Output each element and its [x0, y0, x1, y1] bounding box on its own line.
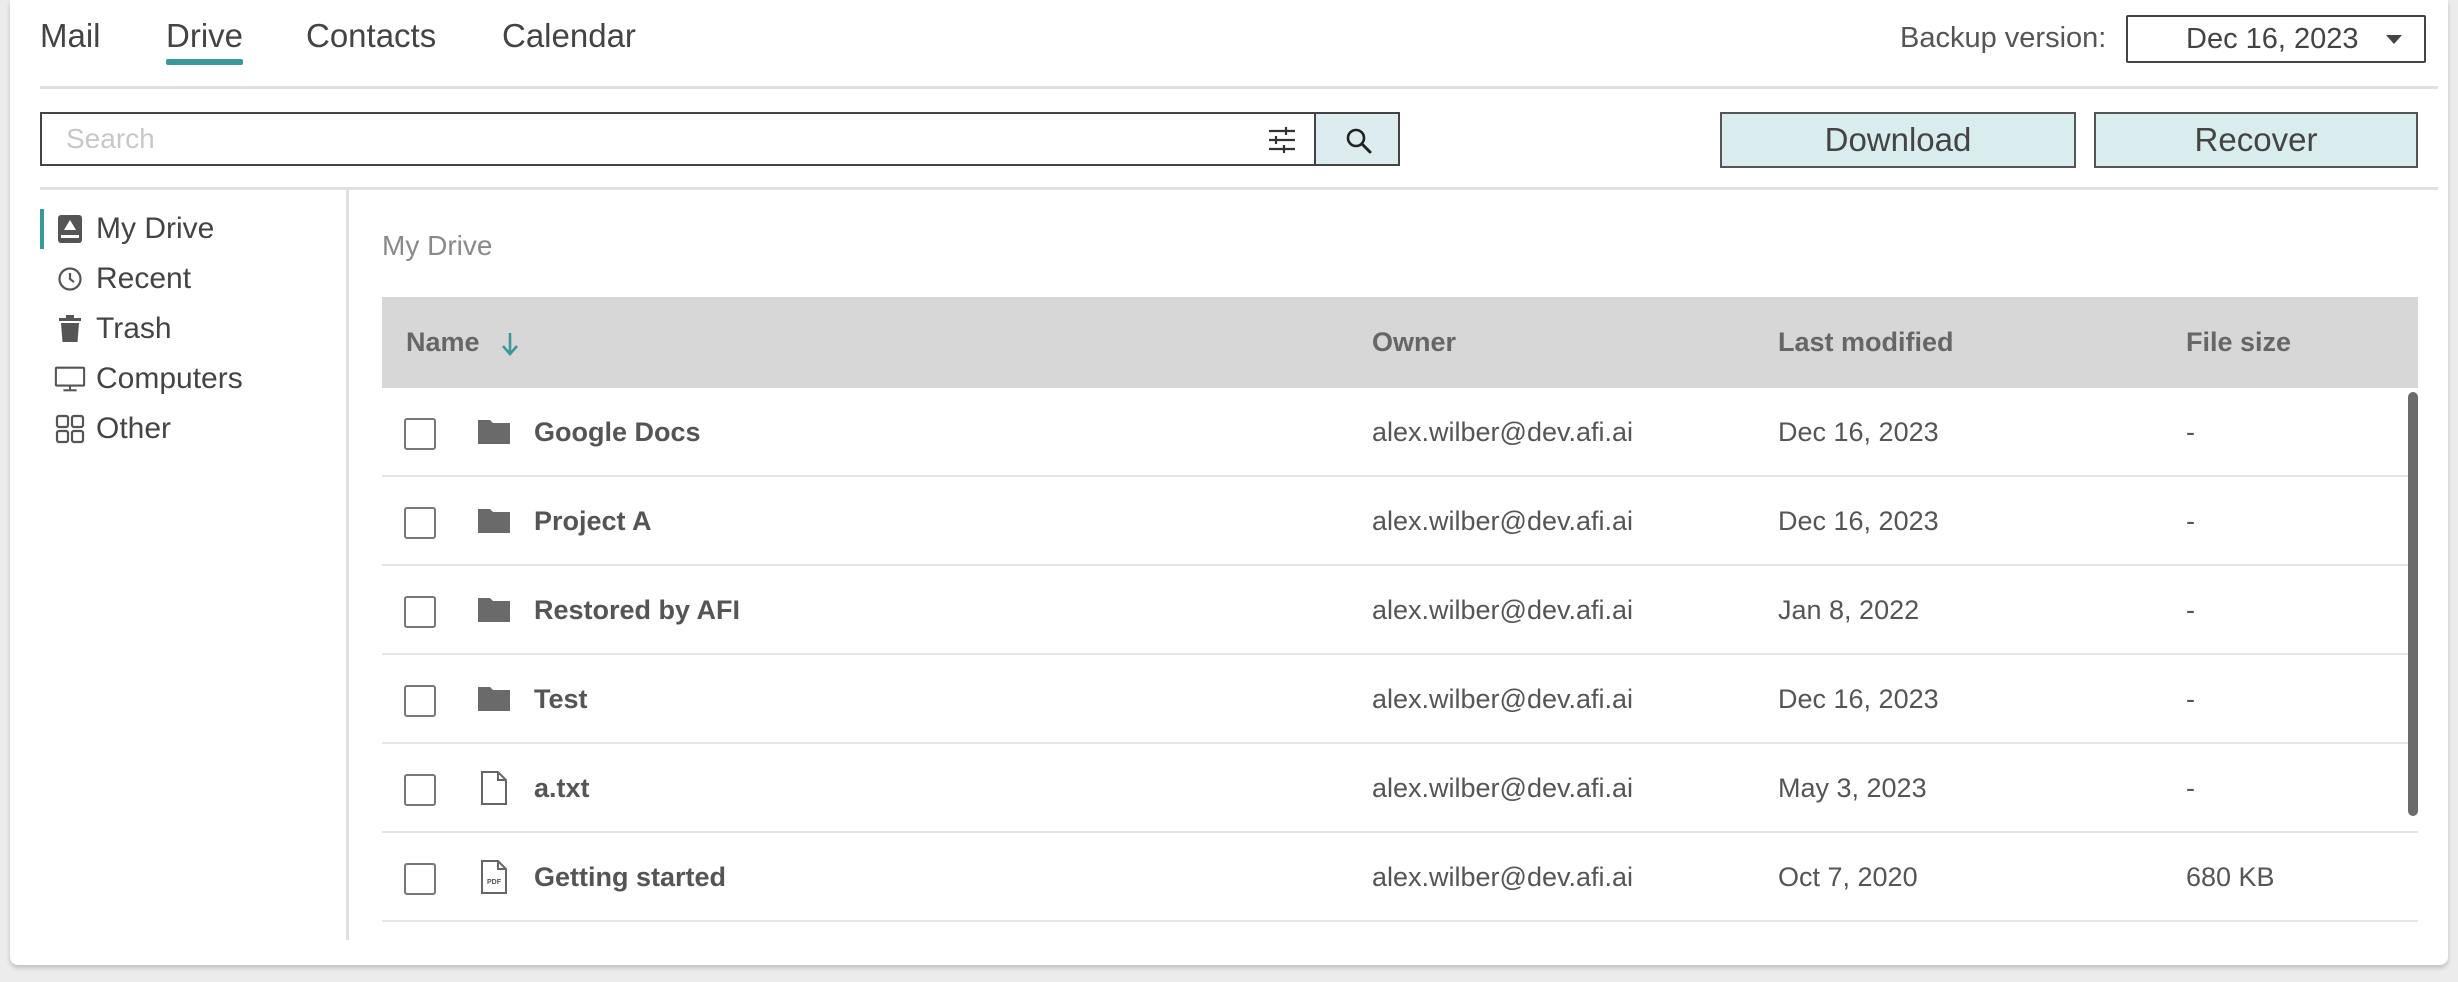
column-header-file-size[interactable]: File size [2186, 297, 2291, 388]
row-modified: Dec 16, 2023 [1778, 506, 1939, 536]
table-header: Name Owner Last modified File size [382, 297, 2418, 388]
tab-mail[interactable]: Mail [40, 14, 101, 58]
row-size: - [2186, 684, 2195, 714]
row-modified: Dec 16, 2023 [1778, 417, 1939, 447]
sidebar-item-my-drive[interactable]: My Drive [40, 209, 214, 249]
table-scrollbar[interactable] [2408, 392, 2418, 816]
row-size: 680 KB [2186, 862, 2275, 892]
sidebar-item-label: My Drive [96, 212, 215, 245]
row-modified: May 3, 2023 [1778, 773, 1927, 803]
table-row[interactable]: Project A alex.wilber@dev.afi.ai Dec 16,… [382, 477, 2418, 566]
sidebar-item-label: Recent [96, 262, 192, 295]
breadcrumb: My Drive [382, 230, 493, 261]
row-owner: alex.wilber@dev.afi.ai [1372, 506, 1634, 536]
row-modified: Dec 16, 2023 [1778, 684, 1939, 714]
sidebar-item-label: Computers [96, 362, 243, 395]
tab-contacts[interactable]: Contacts [306, 14, 436, 58]
table-row[interactable]: Google Docs alex.wilber@dev.afi.ai Dec 1… [382, 388, 2418, 477]
column-header-name[interactable]: Name [406, 297, 480, 388]
recover-button[interactable]: Recover [2094, 112, 2418, 168]
sidebar-item-recent[interactable]: Recent [40, 259, 191, 299]
row-size: - [2186, 417, 2195, 447]
row-modified: Jan 8, 2022 [1778, 595, 1920, 625]
filter-sliders-icon[interactable] [1267, 126, 1297, 154]
row-checkbox[interactable] [404, 863, 436, 895]
search-icon [1346, 128, 1372, 154]
sort-arrow-down-icon[interactable] [499, 329, 521, 359]
row-checkbox[interactable] [404, 685, 436, 717]
row-owner: alex.wilber@dev.afi.ai [1372, 684, 1634, 714]
folder-icon [478, 509, 510, 533]
sidebar-divider [346, 190, 349, 940]
caret-down-icon [2386, 35, 2402, 44]
table-row[interactable]: a.txt alex.wilber@dev.afi.ai May 3, 2023… [382, 744, 2418, 833]
tab-calendar[interactable]: Calendar [502, 14, 636, 58]
document-icon [481, 771, 507, 805]
folder-icon [478, 687, 510, 711]
monitor-icon [54, 363, 86, 395]
row-checkbox[interactable] [404, 418, 436, 450]
backup-browser-panel: Mail Drive Contacts Calendar Backup vers… [10, 0, 2448, 965]
sidebar-item-other[interactable]: Other [40, 409, 171, 449]
row-checkbox[interactable] [404, 774, 436, 806]
table-row[interactable]: Restored by AFI alex.wilber@dev.afi.ai J… [382, 566, 2418, 655]
row-name[interactable]: Project A [534, 477, 652, 566]
backup-version-select[interactable]: Dec 16, 2023 [2126, 15, 2426, 63]
row-owner: alex.wilber@dev.afi.ai [1372, 417, 1634, 447]
column-header-last-modified[interactable]: Last modified [1778, 297, 1954, 388]
row-owner: alex.wilber@dev.afi.ai [1372, 773, 1634, 803]
grid-icon [54, 413, 86, 445]
table-row[interactable]: PDF Getting started alex.wilber@dev.afi.… [382, 833, 2418, 922]
search-box [40, 112, 1315, 166]
row-name[interactable]: Test [534, 655, 588, 744]
row-name[interactable]: Google Docs [534, 388, 701, 477]
column-header-owner[interactable]: Owner [1372, 297, 1456, 388]
row-modified: Oct 7, 2020 [1778, 862, 1918, 892]
download-button[interactable]: Download [1720, 112, 2076, 168]
backup-version-label: Backup version: [1900, 22, 2107, 54]
toolbar-divider [40, 187, 2438, 190]
drive-icon [54, 213, 86, 245]
folder-icon [478, 420, 510, 444]
row-checkbox[interactable] [404, 507, 436, 539]
sidebar-item-label: Trash [96, 312, 172, 345]
row-size: - [2186, 773, 2195, 803]
sidebar-item-trash[interactable]: Trash [40, 309, 172, 349]
row-size: - [2186, 595, 2195, 625]
pdf-badge-label: PDF [487, 879, 502, 886]
pdf-file-icon: PDF [481, 860, 507, 894]
folder-icon [478, 598, 510, 622]
search-button[interactable] [1314, 112, 1400, 166]
row-owner: alex.wilber@dev.afi.ai [1372, 595, 1634, 625]
clock-icon [54, 263, 86, 295]
sidebar-item-computers[interactable]: Computers [40, 359, 243, 399]
row-name[interactable]: a.txt [534, 744, 590, 833]
tabs-divider [40, 86, 2438, 89]
trash-icon [54, 313, 86, 345]
search-input[interactable] [42, 114, 1222, 164]
table-row[interactable]: Test alex.wilber@dev.afi.ai Dec 16, 2023… [382, 655, 2418, 744]
row-owner: alex.wilber@dev.afi.ai [1372, 862, 1634, 892]
tab-drive[interactable]: Drive [166, 14, 244, 65]
sidebar-item-label: Other [96, 412, 172, 445]
row-checkbox[interactable] [404, 596, 436, 628]
row-name[interactable]: Restored by AFI [534, 566, 740, 655]
row-name[interactable]: Getting started [534, 833, 726, 922]
backup-version-value: Dec 16, 2023 [2186, 23, 2359, 55]
row-size: - [2186, 506, 2195, 536]
